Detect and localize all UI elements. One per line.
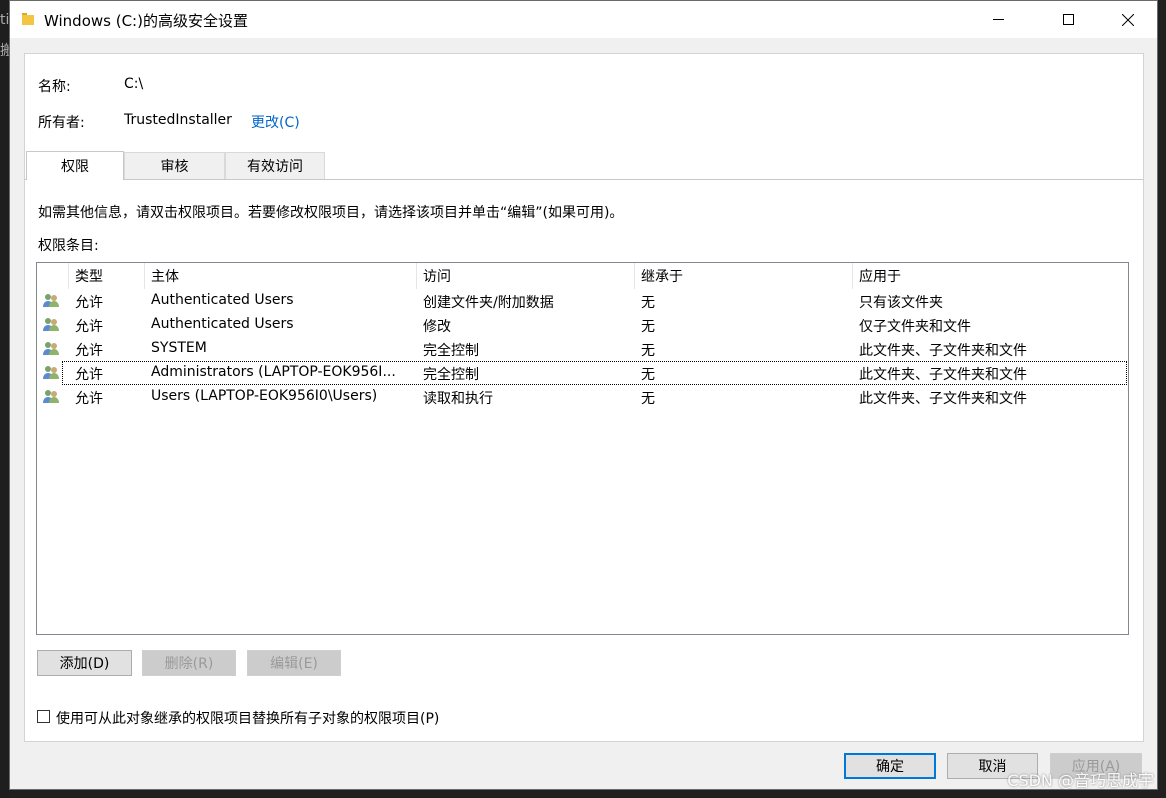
column-inherited-from[interactable]: 继承于 (635, 263, 853, 289)
cell-access: 读取和执行 (423, 391, 493, 407)
entries-label: 权限条目: (38, 238, 99, 254)
advanced-security-dialog: Windows (C:)的高级安全设置 名称: C:\ 所有者: Trusted… (9, 0, 1158, 790)
minimize-icon (992, 19, 1004, 20)
close-icon (1122, 13, 1134, 26)
window-title: Windows (C:)的高级安全设置 (44, 12, 248, 30)
close-button[interactable] (1105, 1, 1151, 38)
cell-applies: 此文件夹、子文件夹和文件 (859, 343, 1027, 359)
replace-child-permissions-checkbox[interactable] (37, 710, 50, 723)
cell-type: 允许 (75, 391, 103, 407)
folder-icon (22, 13, 34, 25)
cell-access: 修改 (423, 319, 451, 335)
edit-button[interactable]: 编辑(E) (247, 650, 341, 676)
users-icon (43, 342, 59, 355)
cell-inherited: 无 (641, 343, 655, 359)
cell-type: 允许 (75, 319, 103, 335)
cell-inherited: 无 (641, 367, 655, 383)
tab-divider (24, 179, 1143, 180)
column-applies-to[interactable]: 应用于 (853, 263, 1128, 289)
cell-type: 允许 (75, 367, 103, 383)
cell-inherited: 无 (641, 319, 655, 335)
cell-principal: Authenticated Users (151, 292, 294, 308)
column-type[interactable]: 类型 (69, 263, 145, 289)
column-icon (37, 263, 69, 289)
column-access[interactable]: 访问 (417, 263, 635, 289)
csdn-watermark: CSDN @音巧思成宇 (1007, 771, 1154, 790)
owner-value: TrustedInstaller (124, 112, 232, 128)
cell-principal: Authenticated Users (151, 316, 294, 332)
cell-principal: Administrators (LAPTOP-EOK956I... (151, 364, 396, 380)
cell-access: 完全控制 (423, 343, 479, 359)
cell-inherited: 无 (641, 295, 655, 311)
hint-text: 如需其他信息，请双击权限项目。若要修改权限项目，请选择该项目并单击“编辑”(如果… (38, 205, 624, 221)
cell-type: 允许 (75, 343, 103, 359)
cell-type: 允许 (75, 295, 103, 311)
change-owner-link[interactable]: 更改(C) (251, 112, 300, 132)
cell-access: 完全控制 (423, 367, 479, 383)
users-icon (43, 390, 59, 403)
permission-entries-list[interactable]: 类型 主体 访问 继承于 应用于 允许 Authenticated Users … (36, 262, 1129, 635)
cell-inherited: 无 (641, 391, 655, 407)
ok-button[interactable]: 确定 (844, 753, 936, 779)
users-icon (43, 318, 59, 331)
remove-button[interactable]: 删除(R) (142, 650, 236, 676)
cell-applies: 只有该文件夹 (859, 295, 943, 311)
users-icon (43, 366, 59, 379)
name-value: C:\ (124, 76, 144, 92)
cell-principal: SYSTEM (151, 340, 207, 356)
tab-auditing[interactable]: 审核 (124, 152, 225, 179)
users-icon (43, 294, 59, 307)
cell-access: 创建文件夹/附加数据 (423, 295, 554, 311)
tab-effective-access[interactable]: 有效访问 (225, 152, 325, 179)
cell-applies: 仅子文件夹和文件 (859, 319, 971, 335)
column-principal[interactable]: 主体 (145, 263, 417, 289)
maximize-icon (1062, 14, 1074, 25)
cell-applies: 此文件夹、子文件夹和文件 (859, 391, 1027, 407)
add-button[interactable]: 添加(D) (37, 650, 132, 676)
minimize-button[interactable] (975, 1, 1021, 38)
tab-permissions[interactable]: 权限 (26, 151, 124, 180)
title-bar[interactable]: Windows (C:)的高级安全设置 (10, 1, 1157, 38)
maximize-button[interactable] (1045, 1, 1091, 38)
background-glyph: ti (0, 12, 10, 28)
cell-principal: Users (LAPTOP-EOK956I0\Users) (151, 388, 378, 404)
owner-label: 所有者: (38, 115, 85, 131)
cell-applies: 此文件夹、子文件夹和文件 (859, 367, 1027, 383)
replace-child-permissions-label[interactable]: 使用可从此对象继承的权限项目替换所有子对象的权限项目(P) (56, 708, 439, 728)
background-left (0, 0, 9, 798)
name-label: 名称: (38, 79, 71, 95)
